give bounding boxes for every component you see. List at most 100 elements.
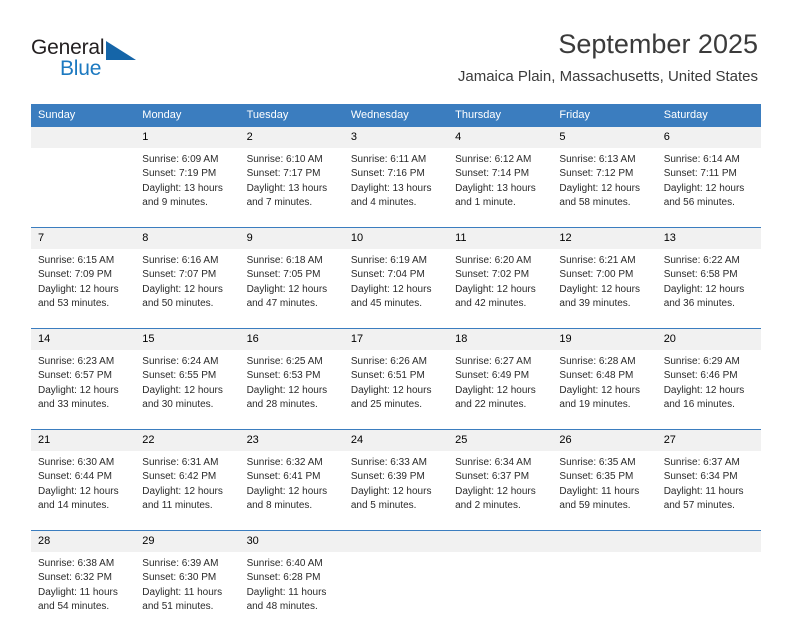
- sunset-time: Sunset: 6:58 PM: [663, 269, 738, 281]
- day-number-cell[interactable]: 9: [239, 228, 344, 249]
- day-number-cell[interactable]: 14: [31, 329, 136, 350]
- day-number-cell[interactable]: 22: [135, 430, 240, 451]
- day-number-cell[interactable]: 8: [135, 228, 240, 249]
- weekday-header-thursday: Thursday: [448, 104, 553, 127]
- day-number-cell[interactable]: 21: [31, 430, 136, 451]
- day-detail-cell[interactable]: Sunrise: 6:11 AM Sunset: 7:16 PM Daylight:…: [343, 148, 449, 227]
- day-detail-cell[interactable]: Sunrise: 6:38 AM Sunset: 6:32 PM Daylight:…: [31, 552, 136, 631]
- day-number-cell[interactable]: 15: [135, 329, 240, 350]
- daylight-duration-line1: Daylight: 12 hours: [559, 182, 641, 194]
- day-detail-cell[interactable]: Sunrise: 6:14 AM Sunset: 7:11 PM Daylight:…: [656, 148, 761, 227]
- day-detail-cell-empty: [552, 552, 657, 631]
- day-detail-cell-empty: [448, 552, 553, 631]
- day-detail-cell[interactable]: Sunrise: 6:18 AM Sunset: 7:05 PM Daylight:…: [239, 249, 344, 328]
- daylight-duration-line1: Daylight: 12 hours: [663, 182, 745, 194]
- daylight-duration-line1: Daylight: 12 hours: [455, 485, 536, 497]
- day-number-cell[interactable]: 18: [448, 329, 553, 350]
- day-detail-cell[interactable]: Sunrise: 6:12 AM Sunset: 7:14 PM Daylight:…: [448, 148, 553, 227]
- day-detail-cell[interactable]: Sunrise: 6:34 AM Sunset: 6:37 PM Daylight:…: [448, 451, 553, 530]
- sunset-time: Sunset: 7:19 PM: [142, 168, 217, 180]
- day-number-cell[interactable]: 13: [656, 228, 761, 249]
- day-detail-cell[interactable]: Sunrise: 6:39 AM Sunset: 6:30 PM Daylight:…: [135, 552, 240, 631]
- sunrise-time: Sunrise: 6:39 AM: [142, 558, 219, 569]
- day-number-cell[interactable]: 28: [31, 531, 136, 552]
- daylight-duration-line1: Daylight: 11 hours: [142, 586, 223, 598]
- sunset-time: Sunset: 6:35 PM: [559, 471, 634, 483]
- daylight-duration-line2: and 58 minutes.: [559, 196, 631, 208]
- day-detail-cell[interactable]: Sunrise: 6:31 AM Sunset: 6:42 PM Daylight:…: [135, 451, 240, 530]
- day-number-cell[interactable]: 10: [343, 228, 449, 249]
- day-number-row: 14 15 16 17 18 19 20: [31, 329, 761, 350]
- day-number-cell[interactable]: 24: [343, 430, 449, 451]
- day-number-cell[interactable]: 20: [656, 329, 761, 350]
- day-number-cell[interactable]: 4: [448, 127, 553, 148]
- sunset-time: Sunset: 7:14 PM: [455, 168, 530, 180]
- day-number-cell[interactable]: 23: [239, 430, 344, 451]
- daylight-duration-line1: Daylight: 11 hours: [246, 586, 327, 598]
- day-number-cell[interactable]: 16: [239, 329, 344, 350]
- daylight-duration-line2: and 9 minutes.: [142, 196, 208, 208]
- day-number-cell[interactable]: 26: [552, 430, 657, 451]
- day-detail-cell[interactable]: Sunrise: 6:16 AM Sunset: 7:07 PM Daylight:…: [135, 249, 240, 328]
- daylight-duration-line2: and 5 minutes.: [350, 499, 417, 511]
- day-detail-cell[interactable]: Sunrise: 6:23 AM Sunset: 6:57 PM Daylight:…: [31, 350, 136, 429]
- daylight-duration-line2: and 45 minutes.: [350, 297, 423, 309]
- daylight-duration-line1: Daylight: 12 hours: [246, 384, 328, 396]
- day-number-cell[interactable]: 1: [135, 127, 240, 148]
- sunset-time: Sunset: 7:00 PM: [559, 269, 634, 281]
- daylight-duration-line1: Daylight: 12 hours: [559, 384, 641, 396]
- day-detail-cell[interactable]: Sunrise: 6:24 AM Sunset: 6:55 PM Daylight:…: [135, 350, 240, 429]
- day-detail-cell[interactable]: Sunrise: 6:25 AM Sunset: 6:53 PM Daylight:…: [239, 350, 344, 429]
- sunset-time: Sunset: 7:11 PM: [663, 168, 737, 180]
- day-detail-cell[interactable]: Sunrise: 6:33 AM Sunset: 6:39 PM Daylight:…: [343, 451, 449, 530]
- day-number-cell[interactable]: 12: [552, 228, 657, 249]
- day-detail-cell[interactable]: Sunrise: 6:30 AM Sunset: 6:44 PM Daylight:…: [31, 451, 136, 530]
- day-detail-cell[interactable]: Sunrise: 6:37 AM Sunset: 6:34 PM Daylight:…: [656, 451, 761, 530]
- day-detail-cell[interactable]: Sunrise: 6:15 AM Sunset: 7:09 PM Daylight:…: [31, 249, 136, 328]
- day-number-cell[interactable]: 11: [448, 228, 553, 249]
- day-detail-cell[interactable]: Sunrise: 6:26 AM Sunset: 6:51 PM Daylight:…: [343, 350, 449, 429]
- day-number-cell[interactable]: 7: [31, 228, 136, 249]
- day-detail-cell[interactable]: Sunrise: 6:32 AM Sunset: 6:41 PM Daylight:…: [239, 451, 344, 530]
- day-number-cell[interactable]: 5: [552, 127, 657, 148]
- daylight-duration-line2: and 53 minutes.: [38, 297, 110, 309]
- day-number-cell[interactable]: 29: [135, 531, 240, 552]
- day-number-cell[interactable]: 6: [656, 127, 761, 148]
- daylight-duration-line1: Daylight: 12 hours: [38, 283, 119, 295]
- day-detail-cell[interactable]: Sunrise: 6:40 AM Sunset: 6:28 PM Daylight:…: [239, 552, 344, 631]
- day-number-cell[interactable]: 17: [343, 329, 449, 350]
- day-detail-cell[interactable]: Sunrise: 6:10 AM Sunset: 7:17 PM Daylight:…: [239, 148, 344, 227]
- day-detail-cell[interactable]: Sunrise: 6:20 AM Sunset: 7:02 PM Daylight:…: [448, 249, 553, 328]
- daylight-duration-line1: Daylight: 12 hours: [455, 283, 536, 295]
- day-number-cell[interactable]: 27: [656, 430, 761, 451]
- sunrise-time: Sunrise: 6:09 AM: [142, 154, 219, 165]
- title-block: September 2025 Jamaica Plain, Massachuse…: [458, 28, 758, 86]
- day-detail-cell[interactable]: Sunrise: 6:28 AM Sunset: 6:48 PM Daylight:…: [552, 350, 657, 429]
- day-number-cell-empty: [552, 531, 657, 552]
- weekday-header-saturday: Saturday: [656, 104, 761, 127]
- daylight-duration-line2: and 54 minutes.: [38, 600, 110, 612]
- sunrise-time: Sunrise: 6:21 AM: [559, 255, 636, 266]
- sunrise-time: Sunrise: 6:38 AM: [38, 558, 115, 569]
- sunset-time: Sunset: 7:07 PM: [142, 269, 217, 281]
- day-number-cell[interactable]: 2: [239, 127, 344, 148]
- daylight-duration-line1: Daylight: 12 hours: [142, 485, 223, 497]
- day-detail-cell[interactable]: Sunrise: 6:35 AM Sunset: 6:35 PM Daylight:…: [552, 451, 657, 530]
- day-detail-cell[interactable]: Sunrise: 6:27 AM Sunset: 6:49 PM Daylight:…: [448, 350, 553, 429]
- day-info-row: Sunrise: 6:23 AM Sunset: 6:57 PM Daylight:…: [31, 350, 761, 429]
- sunset-time: Sunset: 6:28 PM: [246, 572, 321, 584]
- day-detail-cell[interactable]: Sunrise: 6:13 AM Sunset: 7:12 PM Daylight:…: [552, 148, 657, 227]
- sunrise-time: Sunrise: 6:30 AM: [38, 457, 115, 468]
- day-detail-cell[interactable]: Sunrise: 6:21 AM Sunset: 7:00 PM Daylight:…: [552, 249, 657, 328]
- day-detail-cell[interactable]: Sunrise: 6:29 AM Sunset: 6:46 PM Daylight:…: [656, 350, 761, 429]
- daylight-duration-line2: and 2 minutes.: [455, 499, 521, 511]
- day-detail-cell[interactable]: Sunrise: 6:19 AM Sunset: 7:04 PM Daylight:…: [343, 249, 449, 328]
- day-number-cell[interactable]: 19: [552, 329, 657, 350]
- day-detail-cell[interactable]: Sunrise: 6:22 AM Sunset: 6:58 PM Daylight:…: [656, 249, 761, 328]
- day-number-cell[interactable]: 25: [448, 430, 553, 451]
- day-detail-cell[interactable]: Sunrise: 6:09 AM Sunset: 7:19 PM Daylight:…: [135, 148, 240, 227]
- day-number-cell[interactable]: 30: [239, 531, 344, 552]
- day-number-cell[interactable]: 3: [343, 127, 449, 148]
- daylight-duration-line2: and 7 minutes.: [246, 196, 313, 208]
- general-blue-logo[interactable]: General Blue: [31, 36, 151, 82]
